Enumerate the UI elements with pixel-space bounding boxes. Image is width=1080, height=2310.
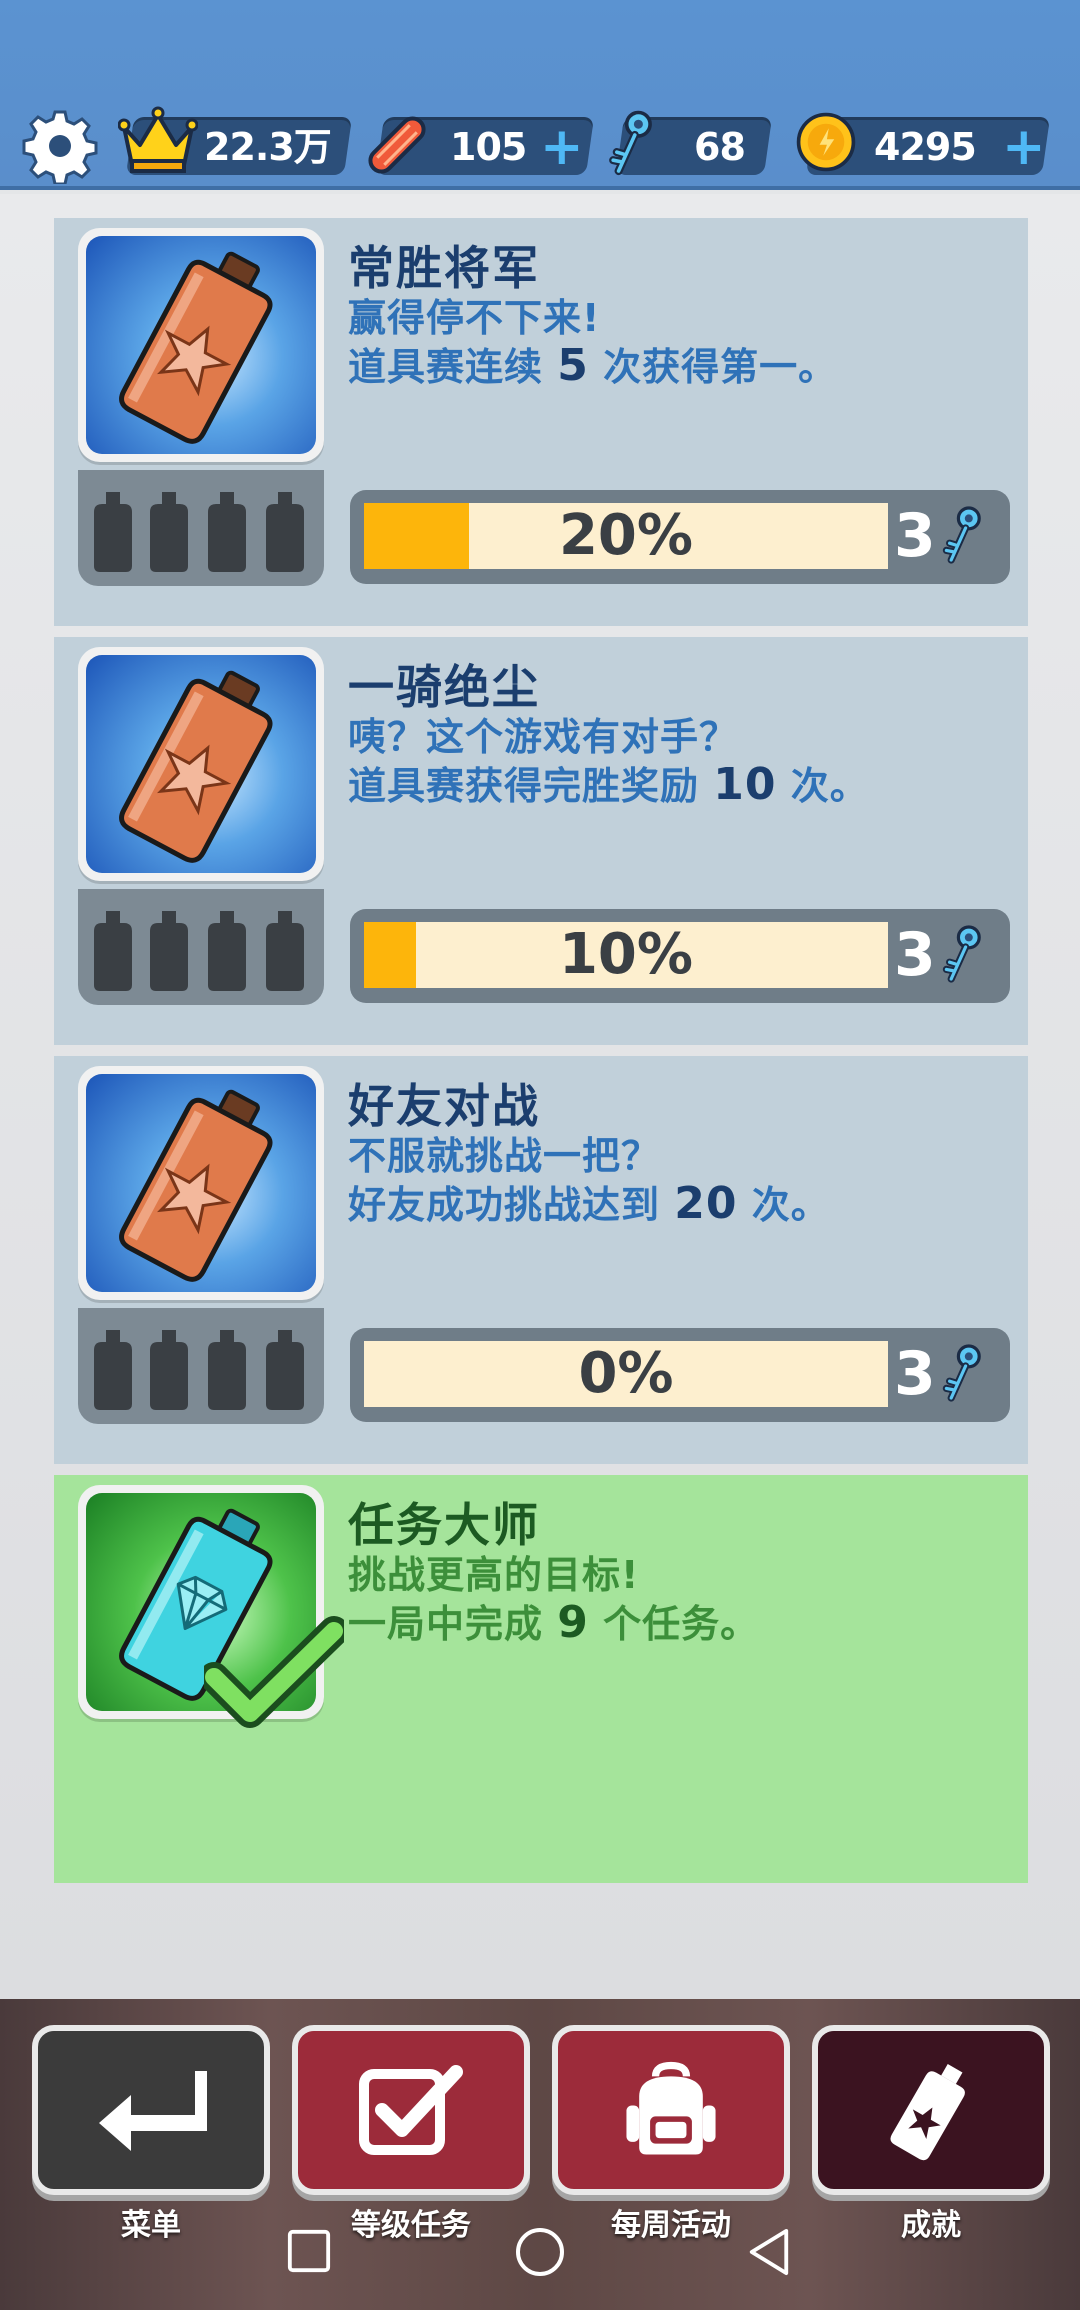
achievement-card: 好友对战 不服就挑战一把？ 好友成功挑战达到 20 次。 0% 3	[54, 1056, 1028, 1464]
goal-number: 10	[713, 759, 777, 810]
can-silhouette-icon	[150, 492, 188, 572]
gear-icon[interactable]	[22, 108, 98, 184]
description-text: 个任务。	[588, 1602, 760, 1646]
checkbox-icon	[359, 2065, 463, 2155]
system-navigation-bar	[0, 2190, 1080, 2310]
can-silhouette-icon	[266, 1330, 304, 1410]
level-tasks-button[interactable]	[292, 2025, 530, 2195]
achievement-description: 挑战更高的目标! 一局中完成 9 个任务。	[348, 1551, 759, 1648]
description-text: 道具赛连续	[348, 345, 558, 389]
achievement-title: 任务大师	[348, 1498, 540, 1552]
description-line: 不服就挑战一把？	[348, 1134, 661, 1178]
copper-spray-can-icon	[119, 670, 273, 863]
description-line: 一局中完成 9 个任务。	[348, 1599, 759, 1648]
key-icon	[942, 506, 981, 564]
achievement-title: 好友对战	[348, 1079, 540, 1133]
can-silhouette-icon	[94, 1330, 132, 1410]
top-status-bar: 22.3万 105 + 68 4295 +	[0, 0, 1080, 190]
description-line: 挑战更高的目标!	[348, 1553, 640, 1597]
can-silhouette-icon	[208, 1330, 246, 1410]
spray-can-icon	[890, 2063, 965, 2161]
hoverboard-icon	[368, 116, 426, 174]
description-text: 次。	[776, 764, 869, 808]
achievement-thumbnail	[78, 647, 324, 881]
tier-cans	[78, 1308, 324, 1424]
achievement-card: 一骑绝尘 咦？这个游戏有对手？ 道具赛获得完胜奖励 10 次。 10% 3	[54, 637, 1028, 1045]
description-text: 次获得第一。	[588, 345, 838, 389]
return-arrow-icon	[99, 2071, 207, 2151]
add-coins-button[interactable]: +	[1002, 121, 1046, 173]
can-silhouette-icon	[208, 492, 246, 572]
description-text: 一局中完成	[348, 1602, 558, 1646]
copper-spray-can-icon	[119, 251, 273, 444]
goal-number: 20	[674, 1178, 738, 1229]
achievement-card: 常胜将军 赢得停不下来! 道具赛连续 5 次获得第一。 20% 3	[54, 218, 1028, 626]
key-icon	[609, 110, 652, 176]
reward-amount: 3	[894, 501, 936, 571]
board-value: 105	[450, 125, 527, 169]
description-line: 道具赛连续 5 次获得第一。	[348, 342, 837, 391]
description-text: 次。	[737, 1183, 830, 1227]
tier-cans	[78, 889, 324, 1005]
achievement-title: 常胜将军	[348, 241, 540, 295]
goal-number: 9	[557, 1597, 589, 1648]
progress-bar: 0%	[364, 1341, 888, 1407]
can-silhouette-icon	[266, 911, 304, 991]
can-silhouette-icon	[266, 492, 304, 572]
progress-percent: 20%	[558, 503, 694, 568]
achievement-card-completed: 任务大师 挑战更高的目标! 一局中完成 9 个任务。	[54, 1475, 1028, 1883]
can-silhouette-icon	[208, 911, 246, 991]
coin-icon	[796, 112, 856, 172]
coin-value: 4295	[874, 125, 977, 169]
copper-spray-can-icon	[119, 1089, 273, 1282]
progress-bar: 10%	[364, 922, 888, 988]
progress-bar: 20%	[364, 503, 888, 569]
description-line: 咦？这个游戏有对手？	[348, 715, 739, 759]
crown-icon	[118, 106, 198, 173]
progress-percent: 10%	[558, 922, 694, 987]
key-icon	[942, 925, 981, 983]
can-silhouette-icon	[94, 492, 132, 572]
progress-panel: 0% 3	[350, 1328, 1010, 1422]
weekly-events-button[interactable]	[552, 2025, 790, 2195]
achievement-description: 不服就挑战一把？ 好友成功挑战达到 20 次。	[348, 1132, 830, 1229]
achievement-description: 咦？这个游戏有对手？ 道具赛获得完胜奖励 10 次。	[348, 713, 869, 810]
menu-button[interactable]	[32, 2025, 270, 2195]
description-line: 道具赛获得完胜奖励 10 次。	[348, 761, 869, 810]
key-icon	[942, 1344, 981, 1402]
description-text: 道具赛获得完胜奖励	[348, 764, 714, 808]
achievement-thumbnail	[78, 228, 324, 462]
backpack-icon	[626, 2061, 716, 2155]
key-value: 68	[694, 125, 746, 169]
can-silhouette-icon	[94, 911, 132, 991]
reward-amount: 3	[894, 920, 936, 990]
back-icon[interactable]	[746, 2226, 792, 2278]
crown-value: 22.3万	[204, 125, 332, 169]
progress-panel: 10% 3	[350, 909, 1010, 1003]
tier-cans	[78, 470, 324, 586]
description-line: 好友成功挑战达到 20 次。	[348, 1180, 830, 1229]
achievements-button[interactable]	[812, 2025, 1050, 2195]
can-silhouette-icon	[150, 1330, 188, 1410]
achievement-title: 一骑绝尘	[348, 660, 540, 714]
description-text: 好友成功挑战达到	[348, 1183, 675, 1227]
goal-number: 5	[557, 340, 589, 391]
progress-percent: 0%	[578, 1341, 674, 1406]
checkmark-icon	[204, 1616, 344, 1728]
reward-amount: 3	[894, 1339, 936, 1409]
achievement-thumbnail	[78, 1066, 324, 1300]
achievement-description: 赢得停不下来! 道具赛连续 5 次获得第一。	[348, 294, 837, 391]
add-board-button[interactable]: +	[540, 121, 584, 173]
progress-panel: 20% 3	[350, 490, 1010, 584]
can-silhouette-icon	[150, 911, 188, 991]
home-icon[interactable]	[514, 2226, 566, 2278]
description-line: 赢得停不下来!	[348, 296, 601, 340]
recent-apps-icon[interactable]	[286, 2228, 332, 2274]
